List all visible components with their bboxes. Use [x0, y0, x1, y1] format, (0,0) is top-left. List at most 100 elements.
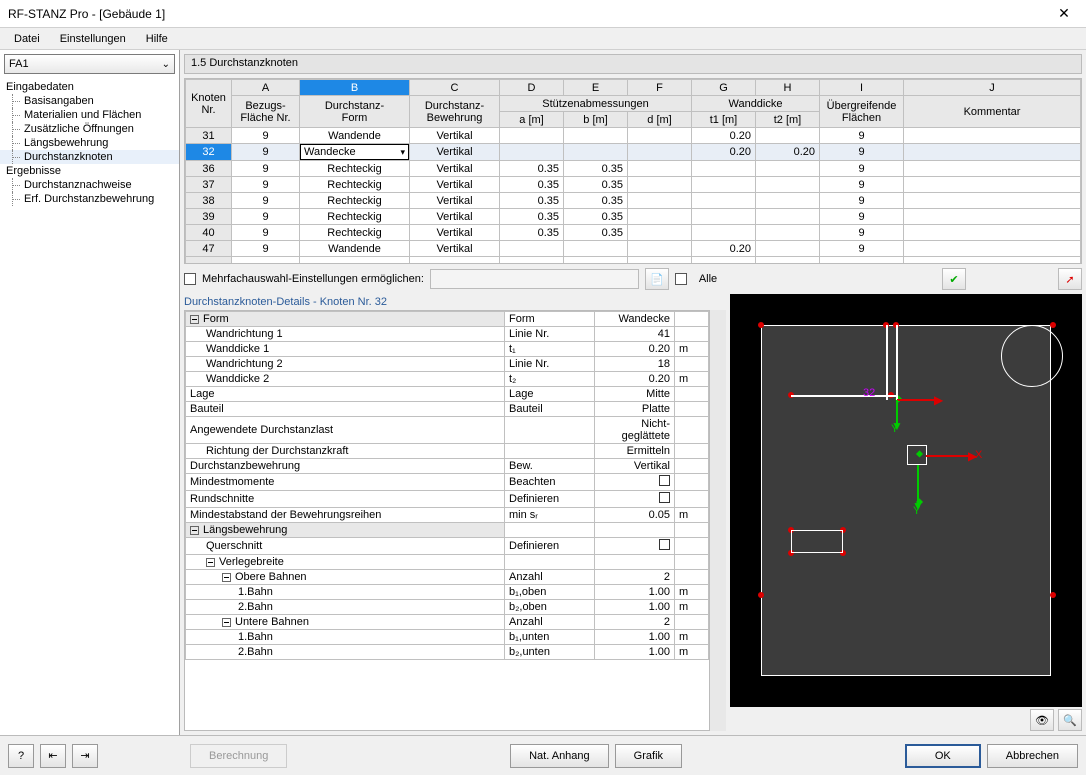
- details-value[interactable]: [595, 555, 675, 570]
- details-row[interactable]: Wandrichtung 2Linie Nr.18: [186, 357, 709, 372]
- cell-a[interactable]: [500, 144, 564, 161]
- cell-flaechen[interactable]: 9: [820, 193, 904, 209]
- col-d[interactable]: D: [500, 80, 564, 96]
- details-scrollbar[interactable]: [710, 310, 726, 731]
- details-value[interactable]: [595, 538, 675, 555]
- berechnung-button[interactable]: Berechnung: [190, 744, 287, 768]
- cell-t2[interactable]: 0.20: [756, 144, 820, 161]
- details-row[interactable]: Richtung der DurchstanzkraftErmitteln: [186, 444, 709, 459]
- cell-t2[interactable]: [756, 225, 820, 241]
- tree-ergebnisse[interactable]: Ergebnisse: [0, 164, 179, 178]
- cell-flaechen[interactable]: 9: [820, 128, 904, 144]
- tree-zusaetzliche-oeffnungen[interactable]: Zusätzliche Öffnungen: [0, 122, 179, 136]
- table-row[interactable]: 369RechteckigVertikal0.350.359: [186, 161, 1081, 177]
- cell-flaechen[interactable]: 9: [820, 144, 904, 161]
- check-button[interactable]: ✔: [942, 268, 966, 290]
- details-row[interactable]: Wandrichtung 1Linie Nr.41: [186, 327, 709, 342]
- details-row[interactable]: Untere BahnenAnzahl2: [186, 615, 709, 630]
- row-header[interactable]: 32: [186, 144, 232, 161]
- row-header[interactable]: 39: [186, 209, 232, 225]
- col-e[interactable]: E: [564, 80, 628, 96]
- filter-textbox[interactable]: [430, 269, 639, 289]
- cell-kommentar[interactable]: [904, 144, 1081, 161]
- tree-basisangaben[interactable]: Basisangaben: [0, 94, 179, 108]
- details-value[interactable]: Mitte: [595, 387, 675, 402]
- cell-t1[interactable]: [692, 177, 756, 193]
- cell-flaechen[interactable]: 9: [820, 161, 904, 177]
- cell-form[interactable]: Rechteckig: [300, 177, 410, 193]
- details-row[interactable]: MindestmomenteBeachten: [186, 474, 709, 491]
- cell-kommentar[interactable]: [904, 209, 1081, 225]
- cell-form[interactable]: Wandende: [300, 128, 410, 144]
- abbrechen-button[interactable]: Abbrechen: [987, 744, 1078, 768]
- details-row[interactable]: Längsbewehrung: [186, 523, 709, 538]
- col-i[interactable]: I: [820, 80, 904, 96]
- cell-d[interactable]: [628, 225, 692, 241]
- cell-d[interactable]: [628, 177, 692, 193]
- details-row[interactable]: RundschnitteDefinieren: [186, 491, 709, 508]
- cell-bezug[interactable]: 9: [232, 144, 300, 161]
- filter-apply-button[interactable]: 📄: [645, 268, 669, 290]
- col-b[interactable]: B: [300, 80, 410, 96]
- ok-button[interactable]: OK: [905, 744, 981, 768]
- details-value[interactable]: Vertikal: [595, 459, 675, 474]
- details-value[interactable]: 18: [595, 357, 675, 372]
- pick-button[interactable]: ➚: [1058, 268, 1082, 290]
- cell-bezug[interactable]: 9: [232, 193, 300, 209]
- table-row[interactable]: 479WandendeVertikal0.209: [186, 241, 1081, 257]
- cell-form[interactable]: Rechteckig: [300, 161, 410, 177]
- cell-bew[interactable]: Vertikal: [410, 161, 500, 177]
- cell-form[interactable]: Wandende: [300, 241, 410, 257]
- alle-checkbox[interactable]: [675, 273, 687, 285]
- cell-t1[interactable]: 0.20: [692, 241, 756, 257]
- table-row[interactable]: 329Wandecke▾Vertikal0.200.209: [186, 144, 1081, 161]
- grafik-button[interactable]: Grafik: [615, 744, 682, 768]
- expand-icon[interactable]: [206, 558, 215, 567]
- cell-bezug[interactable]: 9: [232, 209, 300, 225]
- cell-bew[interactable]: Vertikal: [410, 241, 500, 257]
- viewport-3d[interactable]: 32 X Y Y ▶ ▼ ▶ ▼: [730, 294, 1082, 707]
- cell-kommentar[interactable]: [904, 241, 1081, 257]
- cell-flaechen[interactable]: 9: [820, 177, 904, 193]
- cell-bew[interactable]: Vertikal: [410, 225, 500, 241]
- cell-b[interactable]: 0.35: [564, 225, 628, 241]
- view-show-button[interactable]: 👁: [1030, 709, 1054, 731]
- cell-a[interactable]: 0.35: [500, 177, 564, 193]
- cell-t2[interactable]: [756, 161, 820, 177]
- cell-kommentar[interactable]: [904, 225, 1081, 241]
- cell-d[interactable]: [628, 209, 692, 225]
- menu-hilfe[interactable]: Hilfe: [136, 31, 178, 47]
- prev-button[interactable]: ⇤: [40, 744, 66, 768]
- tree-laengsbewehrung[interactable]: Längsbewehrung: [0, 136, 179, 150]
- close-icon[interactable]: ✕: [1050, 5, 1078, 22]
- tree-durchstanznachweise[interactable]: Durchstanznachweise: [0, 178, 179, 192]
- details-row[interactable]: Mindestabstand der Bewehrungsreihenmin s…: [186, 508, 709, 523]
- cell-t2[interactable]: [756, 241, 820, 257]
- row-header[interactable]: 38: [186, 193, 232, 209]
- table-row[interactable]: 319WandendeVertikal0.209: [186, 128, 1081, 144]
- checkbox-icon[interactable]: [659, 475, 670, 486]
- next-button[interactable]: ⇥: [72, 744, 98, 768]
- details-value[interactable]: 41: [595, 327, 675, 342]
- cell-b[interactable]: [564, 128, 628, 144]
- cell-d[interactable]: [628, 128, 692, 144]
- col-f[interactable]: F: [628, 80, 692, 96]
- cell-bezug[interactable]: 9: [232, 241, 300, 257]
- cell-b[interactable]: 0.35: [564, 177, 628, 193]
- details-value[interactable]: 1.00: [595, 645, 675, 660]
- cell-kommentar[interactable]: [904, 177, 1081, 193]
- details-row[interactable]: 2.Bahnb₂,oben1.00m: [186, 600, 709, 615]
- details-row[interactable]: BauteilBauteilPlatte: [186, 402, 709, 417]
- cell-t2[interactable]: [756, 128, 820, 144]
- table-row[interactable]: 379RechteckigVertikal0.350.359: [186, 177, 1081, 193]
- view-zoom-button[interactable]: 🔍: [1058, 709, 1082, 731]
- row-header[interactable]: 37: [186, 177, 232, 193]
- cell-a[interactable]: 0.35: [500, 193, 564, 209]
- cell-bew[interactable]: Vertikal: [410, 144, 500, 161]
- details-row[interactable]: DurchstanzbewehrungBew.Vertikal: [186, 459, 709, 474]
- details-value[interactable]: 1.00: [595, 630, 675, 645]
- details-row[interactable]: Obere BahnenAnzahl2: [186, 570, 709, 585]
- col-j[interactable]: J: [904, 80, 1081, 96]
- row-header[interactable]: 40: [186, 225, 232, 241]
- menu-einstellungen[interactable]: Einstellungen: [50, 31, 136, 47]
